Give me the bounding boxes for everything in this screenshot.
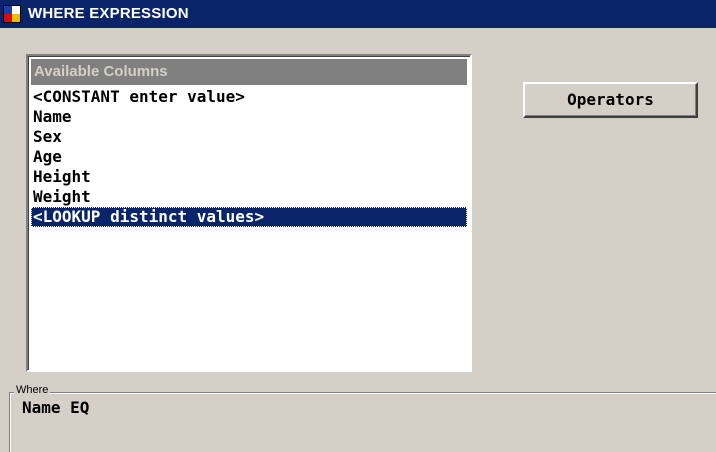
where-group-box <box>9 392 716 452</box>
list-item-name[interactable]: Name <box>31 107 467 127</box>
window-title: WHERE EXPRESSION <box>28 5 189 22</box>
available-columns-header: Available Columns <box>31 59 467 85</box>
list-item-age[interactable]: Age <box>31 147 467 167</box>
list-item-constant[interactable]: <CONSTANT enter value> <box>31 87 467 107</box>
where-expression-text[interactable]: Name EQ <box>22 398 89 418</box>
operators-button[interactable]: Operators <box>523 82 698 118</box>
list-item-sex[interactable]: Sex <box>31 127 467 147</box>
where-group-label: Where <box>14 384 51 396</box>
available-columns-list[interactable]: <CONSTANT enter value> Name Sex Age Heig… <box>31 87 467 227</box>
available-columns-listbox[interactable]: Available Columns <CONSTANT enter value>… <box>26 54 472 372</box>
list-item-weight[interactable]: Weight <box>31 187 467 207</box>
list-item-lookup[interactable]: <LOOKUP distinct values> <box>31 207 467 227</box>
sas-app-icon[interactable] <box>3 5 21 23</box>
window-titlebar: WHERE EXPRESSION <box>0 0 716 28</box>
list-item-height[interactable]: Height <box>31 167 467 187</box>
